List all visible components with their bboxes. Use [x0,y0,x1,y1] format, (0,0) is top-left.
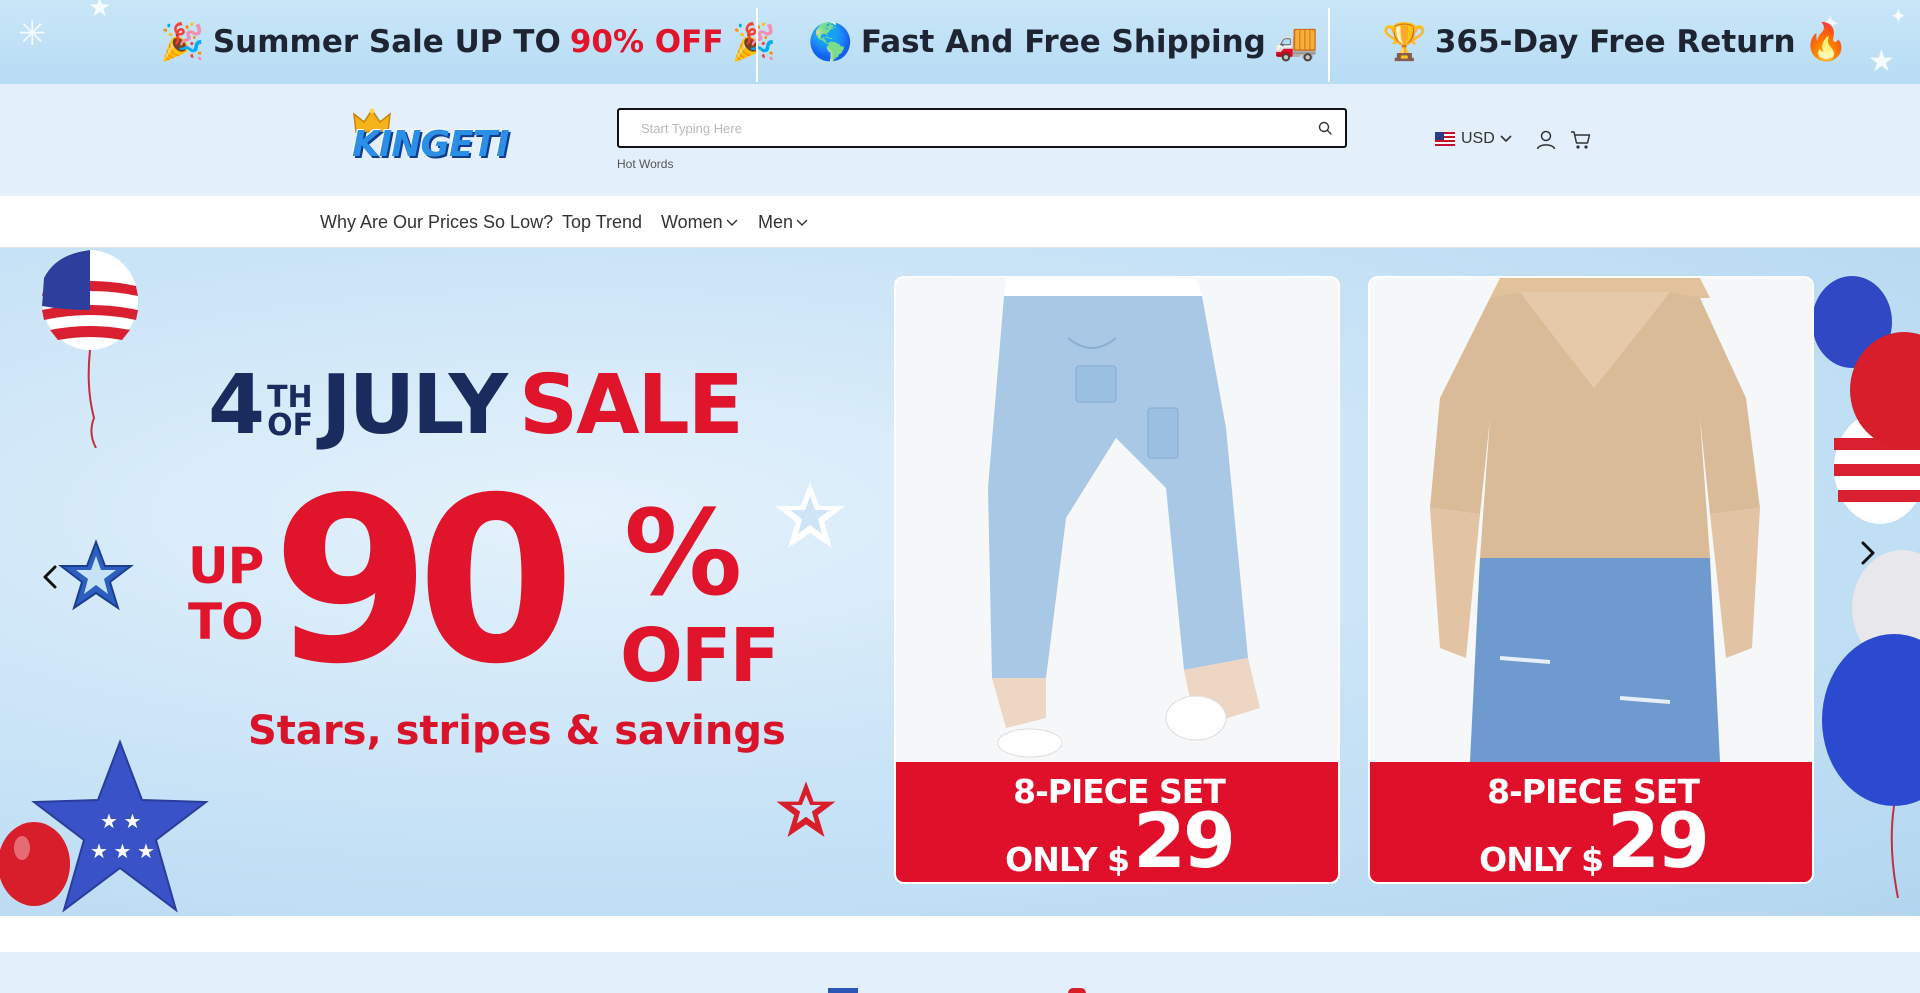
star-glyph: ★ ★ ★ [90,841,155,863]
hero-title: 4 TH OF JULY SALE [208,358,744,453]
announce-free-shipping[interactable]: 🌎 Fast And Free Shipping 🚚 [800,0,1327,84]
search-icon[interactable] [1317,120,1333,136]
nav-item-label: Men [758,212,794,232]
announce-divider [756,8,758,82]
site-logo[interactable]: KINGETI [352,108,522,170]
product-card-pants[interactable]: 8-PIECE SET ONLY $ 29 [894,276,1340,884]
red-star-decoration [776,781,836,837]
nav-item-men[interactable]: Men [758,212,808,233]
star-glyph: ★ ★ [100,811,141,833]
search-input[interactable] [619,110,1299,146]
product-image-pants [896,278,1338,762]
white-star-decoration [775,482,845,548]
chevron-down-icon [1500,135,1512,143]
product-card-only-label: ONLY $ [1005,840,1130,879]
hero-up: UP [188,537,264,595]
hero-discount: 90 [272,448,575,714]
us-flag-icon [1435,132,1455,146]
hero-off: OFF [620,613,780,699]
product-card-price-band: 8-PIECE SET ONLY $ 29 [1370,762,1812,884]
arrow-left-icon[interactable] [36,562,66,592]
party-popper-icon: 🎉 [731,22,777,63]
sparkle-decoration: ★ [88,0,112,22]
announce-highlight: 90% OFF [569,24,724,60]
announce-text: Summer Sale UP TO [212,24,561,60]
sparkle-decoration: ✦ [1890,6,1907,28]
trophy-icon: 🏆 [1382,22,1427,63]
product-image-blouse [1370,278,1812,762]
hero-title-sale: SALE [519,358,744,453]
product-card-price-band: 8-PIECE SET ONLY $ 29 [896,762,1338,884]
currency-selector[interactable]: USD [1435,130,1512,148]
product-card-blouse[interactable]: 8-PIECE SET ONLY $ 29 [1368,276,1814,884]
announce-free-return[interactable]: 🏆 365-Day Free Return 🔥 [1374,0,1856,84]
fire-icon: 🔥 [1803,22,1849,63]
hero-to: TO [188,593,264,651]
hero-title-suffix: TH OF [267,383,314,443]
product-card-price-line: ONLY $ 29 [1370,796,1812,884]
section-spacer [0,916,1920,952]
main-nav: Why Are Our Prices So Low? Top Trend Wom… [0,196,1920,248]
nav-item-women[interactable]: Women [661,212,738,233]
chevron-down-icon [726,219,738,226]
hero-up-to: UP TO [188,537,264,651]
nav-item-top-trend[interactable]: Top Trend [562,212,642,233]
chevron-down-icon [796,219,808,226]
truck-icon: 🚚 [1273,22,1319,63]
announcement-bar: ✳ ★ ✦ ★ ✦ 🎉 Summer Sale UP TO 90% OFF 🎉 … [0,0,1920,84]
hero-title-july: JULY [321,358,508,453]
balloons-cluster-decoration [1812,276,1920,898]
announce-divider [1328,8,1330,82]
search-box[interactable] [617,108,1347,148]
product-card-price: 29 [1133,796,1236,884]
hero-banner[interactable]: ★ ★ ★ ★ ★ 4 TH OF JULY SALE UP TO 90 % O… [0,248,1920,916]
arrow-right-icon[interactable] [1852,538,1882,568]
hero-percent: % [624,484,743,622]
flag-balloon-decoration [42,250,138,448]
next-section-icon [1068,988,1086,993]
globe-icon: 🌎 [808,22,853,63]
sparkle-decoration: ★ [1868,45,1895,78]
hot-words-label: Hot Words [617,157,674,171]
currency-label: USD [1461,130,1495,147]
site-header: KINGETI Hot Words USD [0,84,1920,196]
hero-tagline: Stars, stripes & savings [248,708,786,754]
star-decoration [58,539,134,611]
hero-title-number: 4 [208,358,265,453]
sparkle-decoration: ✳ [18,15,47,53]
announce-summer-sale[interactable]: 🎉 Summer Sale UP TO 90% OFF 🎉 [152,0,784,84]
announce-text: 365-Day Free Return [1434,24,1796,60]
product-card-price-line: ONLY $ 29 [896,796,1338,884]
nav-item-label: Why Are Our Prices So Low? [320,212,554,232]
red-balloon-decoration [0,822,70,906]
party-popper-icon: 🎉 [160,22,205,63]
nav-item-prices[interactable]: Why Are Our Prices So Low? [320,212,553,233]
next-section-icon [828,988,858,993]
cart-icon[interactable] [1570,129,1592,151]
nav-item-label: Women [661,212,723,232]
nav-item-label: Top Trend [562,212,643,232]
product-card-price: 29 [1607,796,1710,884]
user-icon[interactable] [1535,129,1557,151]
announce-text: Fast And Free Shipping [860,24,1266,60]
next-section [0,952,1920,993]
product-card-only-label: ONLY $ [1479,840,1604,879]
hero-title-of: OF [267,408,314,443]
logo-text: KINGETI [352,124,510,165]
